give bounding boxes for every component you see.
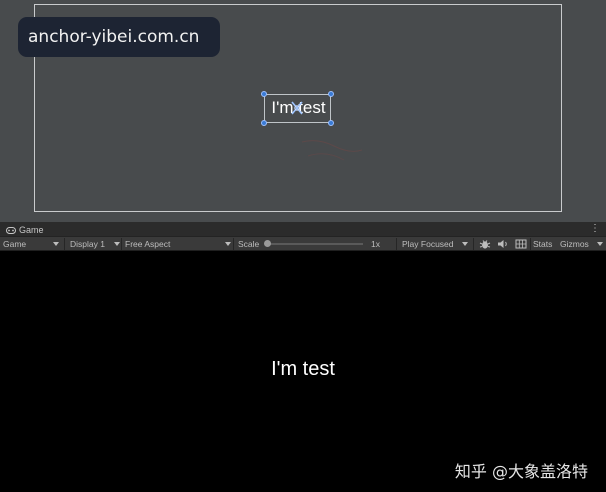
grid-icon[interactable] [515,238,527,250]
toolbar-divider [530,238,531,250]
aspect-chevron-down-icon [225,242,231,246]
game-rendered-text: I'm test [271,358,335,380]
gizmos-chevron-down-icon [597,242,603,246]
bug-icon[interactable] [479,238,491,250]
play-mode-chevron-down-icon [462,242,468,246]
game-tab-bar: Game ⋮ [0,222,606,237]
display-chevron-down-icon [114,242,120,246]
rect-handle-top-right[interactable] [328,91,334,97]
gizmos-dropdown[interactable]: Gizmos [560,237,589,251]
speaker-icon[interactable] [497,238,509,250]
site-watermark: anchor-yibei.com.cn [18,17,220,57]
scale-slider-handle[interactable] [264,240,271,247]
pivot-icon[interactable] [291,101,303,115]
rect-handle-top-left[interactable] [261,91,267,97]
display-dropdown[interactable]: Display 1 [70,237,105,251]
kebab-menu-icon[interactable]: ⋮ [590,223,600,235]
game-view-viewport[interactable]: I'm test 知乎 @大象盖洛特 [0,252,606,492]
toolbar-divider [473,238,474,250]
rect-handle-bottom-right[interactable] [328,120,334,126]
tab-game[interactable]: Game [2,223,48,237]
aspect-dropdown[interactable]: Free Aspect [125,237,170,251]
toolbar-divider [64,238,65,250]
scene-view[interactable]: anchor-yibei.com.cn I'm test [0,0,606,222]
faint-red-scribble-icon [301,140,363,161]
play-mode-dropdown[interactable]: Play Focused [402,237,454,251]
toolbar-divider [233,238,234,250]
game-toolbar: Game Display 1 Free Aspect Scale 1x Play… [0,237,606,251]
scale-value: 1x [371,239,380,249]
zhihu-watermark: 知乎 @大象盖洛特 [454,462,588,481]
rect-handle-bottom-left[interactable] [261,120,267,126]
mode-chevron-down-icon [53,242,59,246]
mode-dropdown[interactable]: Game [3,237,26,251]
gamepad-icon [6,226,16,234]
scale-slider-track[interactable] [267,243,363,245]
toolbar-divider [121,238,122,250]
toolbar-divider [396,238,397,250]
scale-label: Scale [238,239,260,249]
tab-game-label: Game [19,225,44,235]
stats-button[interactable]: Stats [533,237,552,251]
